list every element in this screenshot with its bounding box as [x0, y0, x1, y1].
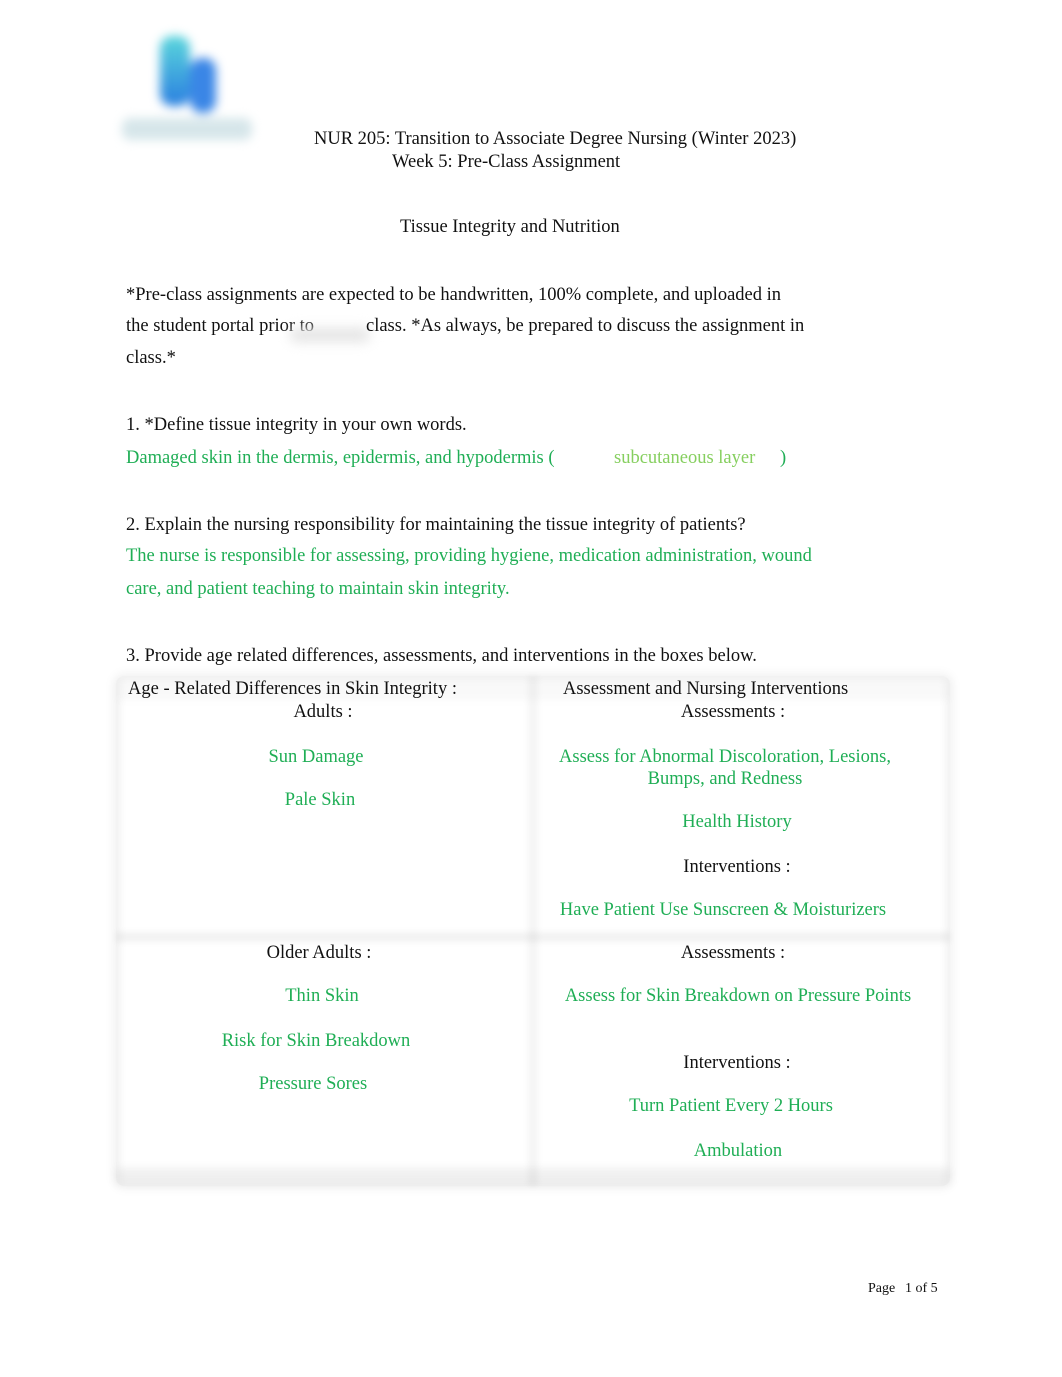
older-adults-difference-item: Pressure Sores	[258, 1074, 368, 1094]
course-title: NUR 205: Transition to Associate Degree …	[314, 129, 797, 149]
adults-difference-item: Sun Damage	[268, 747, 364, 767]
question-2-prompt: 2. Explain the nursing responsibility fo…	[126, 515, 746, 535]
adults-assessment-item: Health History	[682, 812, 792, 832]
page-number: 1 of 5	[905, 1281, 938, 1296]
adults-interventions-label: Interventions :	[683, 857, 791, 877]
instructions-line-2b: class. *As always, be prepared to discus…	[366, 316, 805, 336]
instructions-line-3: class.*	[126, 348, 176, 368]
older-adults-difference-item: Risk for Skin Breakdown	[221, 1031, 411, 1051]
table-bottom-border	[116, 1168, 950, 1184]
question-1-answer: Damaged skin in the dermis, epidermis, a…	[126, 448, 555, 468]
older-adults-intervention-item: Ambulation	[693, 1141, 783, 1161]
question-1-answer-close: )	[780, 448, 787, 468]
adults-label: Adults :	[293, 702, 353, 722]
page-label: Page	[868, 1281, 896, 1296]
older-adults-label: Older Adults :	[266, 943, 372, 963]
question-2-answer-line-2: care, and patient teaching to maintain s…	[126, 579, 510, 599]
logo-bar-left	[160, 36, 190, 106]
redacted-word	[290, 328, 370, 342]
older-adults-intervention-item: Turn Patient Every 2 Hours	[629, 1096, 833, 1116]
week-title: Week 5: Pre-Class Assignment	[392, 152, 621, 172]
question-2-answer-line-1: The nurse is responsible for assessing, …	[126, 546, 812, 566]
instructions-line-1: *Pre-class assignments are expected to b…	[126, 285, 782, 305]
adults-assessment-item: Assess for Abnormal Discoloration, Lesio…	[559, 747, 891, 789]
table-header-differences: Age - Related Differences in Skin Integr…	[128, 679, 457, 699]
table-header-interventions: Assessment and Nursing Interventions	[563, 679, 849, 699]
adults-intervention-item: Have Patient Use Sunscreen & Moisturizer…	[559, 900, 887, 920]
adults-assessments-label: Assessments :	[680, 702, 786, 722]
older-adults-assessments-label: Assessments :	[680, 943, 786, 963]
older-adults-difference-item: Thin Skin	[285, 986, 359, 1006]
logo-bar-right	[190, 58, 216, 113]
older-adults-assessment-item: Assess for Skin Breakdown on Pressure Po…	[564, 986, 912, 1006]
question-1-prompt: 1. *Define tissue integrity in your own …	[126, 415, 467, 435]
question-1-answer-aside: subcutaneous layer	[614, 448, 756, 468]
table-row-divider	[116, 932, 950, 942]
topic-title: Tissue Integrity and Nutrition	[400, 217, 620, 237]
logo-wordmark	[122, 118, 252, 140]
question-3-prompt: 3. Provide age related differences, asse…	[126, 646, 757, 666]
college-logo	[112, 28, 262, 158]
older-adults-interventions-label: Interventions :	[683, 1053, 791, 1073]
instructions-line-2a: the student portal prior to	[126, 316, 315, 336]
adults-difference-item: Pale Skin	[284, 790, 356, 810]
